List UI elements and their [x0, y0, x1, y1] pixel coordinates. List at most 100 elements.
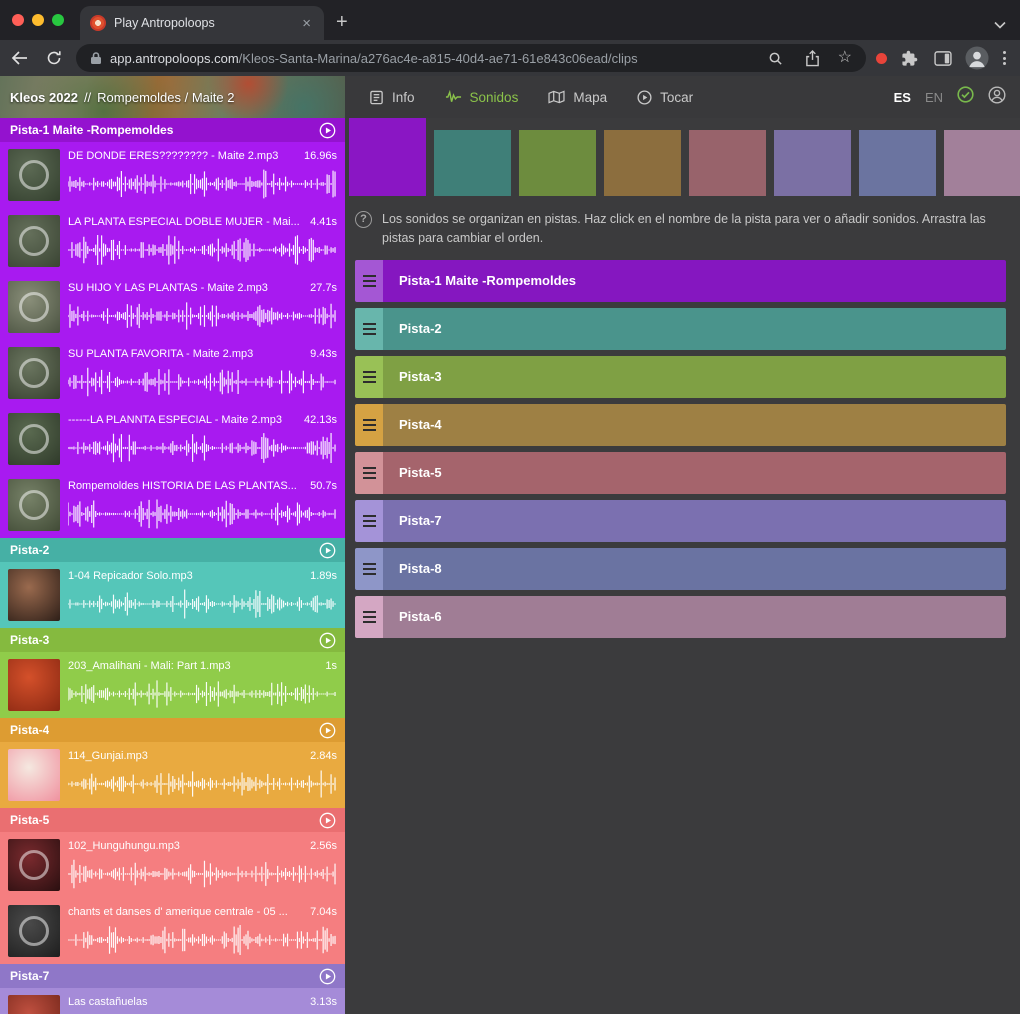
track-row-body[interactable]: Pista-3: [383, 356, 1006, 398]
clip[interactable]: SU HIJO Y LAS PLANTAS - Maite 2.mp327.7s: [0, 274, 345, 340]
drag-handle[interactable]: [355, 404, 383, 446]
clip-waveform[interactable]: [68, 299, 337, 333]
drag-handle[interactable]: [355, 500, 383, 542]
browser-tab[interactable]: Play Antropoloops ×: [80, 6, 324, 40]
track-name: Pista-3: [10, 633, 49, 647]
clip-waveform[interactable]: [68, 587, 337, 621]
track-header[interactable]: Pista-3: [0, 628, 345, 652]
track-color-swatch[interactable]: [519, 130, 596, 196]
clip[interactable]: 1-04 Repicador Solo.mp31.89s: [0, 562, 345, 628]
reload-button[interactable]: [42, 46, 66, 70]
track-play-button[interactable]: [319, 722, 336, 739]
clip-duration: 1.89s: [310, 569, 337, 584]
drag-handle[interactable]: [355, 356, 383, 398]
clip[interactable]: 114_Gunjai.mp32.84s: [0, 742, 345, 808]
track-row-body[interactable]: Pista-7: [383, 500, 1006, 542]
track-row-body[interactable]: Pista-8: [383, 548, 1006, 590]
clip[interactable]: 102_Hunguhungu.mp32.56s: [0, 832, 345, 898]
tab-tocar[interactable]: Tocar: [637, 90, 693, 105]
track-color-swatch[interactable]: [944, 130, 1020, 196]
fullscreen-window-button[interactable]: [52, 14, 64, 26]
track-row[interactable]: Pista-1 Maite -Rompemoldes: [355, 260, 1006, 302]
bookmark-star-icon[interactable]: ☆: [838, 50, 852, 66]
track-row[interactable]: Pista-3: [355, 356, 1006, 398]
zoom-icon[interactable]: [764, 46, 788, 70]
track-row[interactable]: Pista-8: [355, 548, 1006, 590]
clip-name: 102_Hunguhungu.mp3: [68, 839, 180, 854]
track-color-swatch[interactable]: [349, 118, 426, 196]
extensions-puzzle-icon[interactable]: [897, 46, 921, 70]
lang-es-button[interactable]: ES: [894, 90, 911, 105]
account-icon[interactable]: [988, 86, 1006, 109]
clip-waveform[interactable]: [68, 431, 337, 465]
sync-check-icon[interactable]: [957, 86, 974, 108]
clip[interactable]: 203_Amalihani - Mali: Part 1.mp31s: [0, 652, 345, 718]
track-row[interactable]: Pista-5: [355, 452, 1006, 494]
clip-waveform[interactable]: [68, 923, 337, 957]
track-row[interactable]: Pista-6: [355, 596, 1006, 638]
share-icon[interactable]: [801, 46, 825, 70]
lang-en-button[interactable]: EN: [925, 90, 943, 105]
track-row-body[interactable]: Pista-5: [383, 452, 1006, 494]
drag-handle[interactable]: [355, 452, 383, 494]
clip-waveform[interactable]: [68, 167, 337, 201]
breadcrumb-path[interactable]: Rompemoldes / Maite 2: [97, 90, 234, 105]
clip[interactable]: ------LA PLANNTA ESPECIAL - Maite 2.mp34…: [0, 406, 345, 472]
track-row-body[interactable]: Pista-4: [383, 404, 1006, 446]
drag-handle[interactable]: [355, 548, 383, 590]
track-play-button[interactable]: [319, 632, 336, 649]
tab-sonidos[interactable]: Sonidos: [445, 90, 519, 105]
browser-menu-icon[interactable]: [999, 51, 1010, 65]
clip-waveform[interactable]: [68, 767, 337, 801]
clip-waveform[interactable]: [68, 857, 337, 891]
clip-waveform[interactable]: [68, 233, 337, 267]
track-color-swatch[interactable]: [774, 130, 851, 196]
close-window-button[interactable]: [12, 14, 24, 26]
tab-info[interactable]: Info: [369, 90, 415, 105]
new-tab-button[interactable]: +: [336, 12, 348, 32]
side-panel-icon[interactable]: [931, 46, 955, 70]
profile-avatar[interactable]: [965, 46, 989, 70]
breadcrumb-project[interactable]: Kleos 2022: [10, 90, 78, 105]
tab-mapa[interactable]: Mapa: [548, 90, 607, 105]
track-color-swatch[interactable]: [604, 130, 681, 196]
track-row-body[interactable]: Pista-2: [383, 308, 1006, 350]
track-row[interactable]: Pista-7: [355, 500, 1006, 542]
tab-search-chevron-icon[interactable]: [994, 16, 1006, 34]
clip-waveform[interactable]: [68, 365, 337, 399]
track-play-button[interactable]: [319, 812, 336, 829]
track-header[interactable]: Pista-4: [0, 718, 345, 742]
track-header[interactable]: Pista-1 Maite -Rompemoldes: [0, 118, 345, 142]
window-controls: [0, 0, 72, 40]
track-row[interactable]: Pista-4: [355, 404, 1006, 446]
track-header[interactable]: Pista-7: [0, 964, 345, 988]
drag-handle[interactable]: [355, 308, 383, 350]
track-color-swatch[interactable]: [434, 130, 511, 196]
track-play-button[interactable]: [319, 968, 336, 985]
address-bar[interactable]: app.antropoloops.com/Kleos-Santa-Marina/…: [76, 44, 866, 72]
clip[interactable]: SU PLANTA FAVORITA - Maite 2.mp39.43s: [0, 340, 345, 406]
clip[interactable]: Rompemoldes HISTORIA DE LAS PLANTAS...50…: [0, 472, 345, 538]
back-button[interactable]: [8, 46, 32, 70]
track-row-body[interactable]: Pista-6: [383, 596, 1006, 638]
recording-extension-icon[interactable]: [876, 53, 887, 64]
clip-waveform[interactable]: [68, 497, 337, 531]
drag-handle[interactable]: [355, 596, 383, 638]
clip[interactable]: chants et danses d' amerique centrale - …: [0, 898, 345, 964]
clip-waveform[interactable]: [68, 677, 337, 711]
track-header[interactable]: Pista-5: [0, 808, 345, 832]
clip-title-row: 1-04 Repicador Solo.mp31.89s: [68, 569, 337, 584]
clip[interactable]: Las castañuelas3.13s: [0, 988, 345, 1014]
clip[interactable]: LA PLANTA ESPECIAL DOBLE MUJER - Mai...4…: [0, 208, 345, 274]
track-color-swatch[interactable]: [859, 130, 936, 196]
track-play-button[interactable]: [319, 122, 336, 139]
clip[interactable]: DE DONDE ERES???????? - Maite 2.mp316.96…: [0, 142, 345, 208]
drag-handle[interactable]: [355, 260, 383, 302]
track-row-body[interactable]: Pista-1 Maite -Rompemoldes: [383, 260, 1006, 302]
track-play-button[interactable]: [319, 542, 336, 559]
track-row[interactable]: Pista-2: [355, 308, 1006, 350]
minimize-window-button[interactable]: [32, 14, 44, 26]
track-header[interactable]: Pista-2: [0, 538, 345, 562]
track-color-swatch[interactable]: [689, 130, 766, 196]
tab-close-icon[interactable]: ×: [299, 15, 314, 32]
